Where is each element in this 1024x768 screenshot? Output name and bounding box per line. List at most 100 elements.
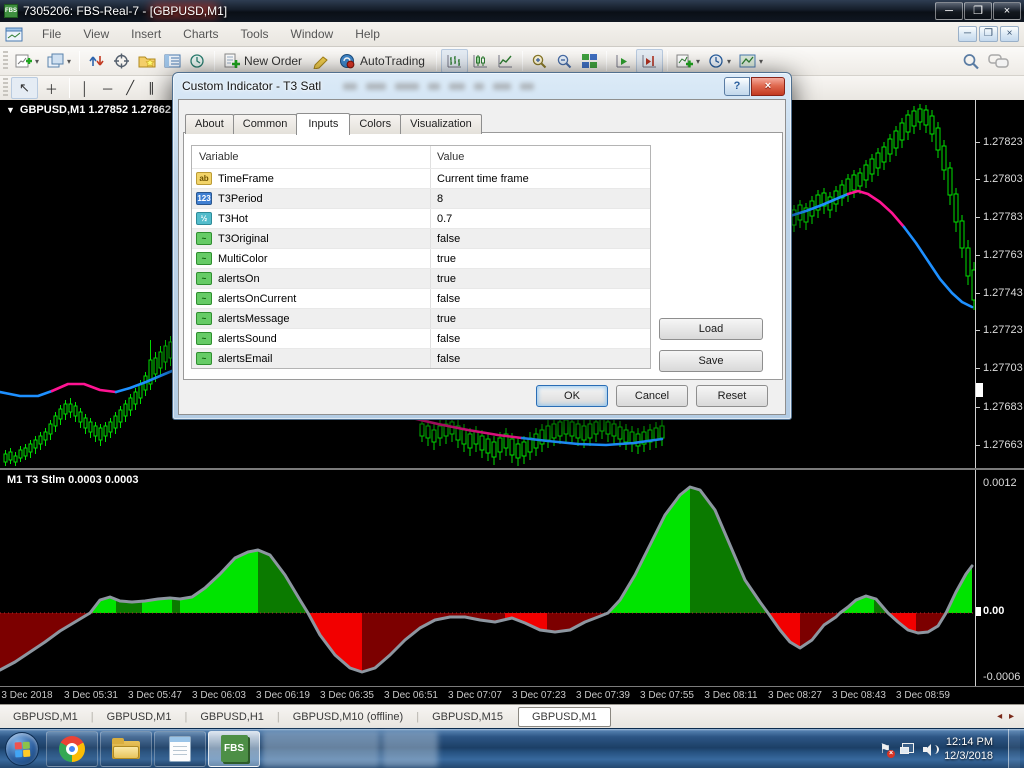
save-button[interactable]: Save (659, 350, 763, 372)
candlestick-chart-button[interactable] (468, 50, 493, 72)
param-value-cell[interactable]: true (430, 269, 650, 288)
crosshair-tool-button[interactable]: ＋ (38, 77, 65, 100)
new-order-button[interactable]: New Order (219, 50, 309, 72)
dialog-close-button[interactable]: × (751, 76, 785, 96)
toolbar-grip[interactable] (3, 51, 8, 71)
start-button[interactable] (5, 731, 39, 766)
param-row-alertsOn[interactable]: ~ alertsOn true (192, 268, 650, 288)
minimize-button[interactable]: ─ (935, 2, 963, 20)
dialog-titlebar[interactable]: Custom Indicator - T3 Satl ? × (173, 73, 791, 99)
trendline-tool-button[interactable]: ╱ (119, 78, 141, 98)
child-close-button[interactable]: × (1000, 26, 1019, 42)
terminal-button[interactable] (160, 50, 185, 72)
param-row-alertsMessage[interactable]: ~ alertsMessage true (192, 308, 650, 328)
menu-view[interactable]: View (72, 23, 120, 45)
param-value-cell[interactable]: false (430, 349, 650, 368)
data-window-button[interactable] (109, 50, 134, 72)
menu-charts[interactable]: Charts (172, 23, 229, 45)
horizontal-line-tool-button[interactable]: ─ (96, 79, 119, 98)
chart-shift-button[interactable] (635, 49, 663, 73)
param-row-T3Original[interactable]: ~ T3Original false (192, 228, 650, 248)
menu-tools[interactable]: Tools (230, 23, 280, 45)
menu-help[interactable]: Help (344, 23, 391, 45)
param-value-cell[interactable]: Current time frame (430, 169, 650, 188)
menu-insert[interactable]: Insert (120, 23, 172, 45)
menu-file[interactable]: File (31, 23, 72, 45)
child-restore-button[interactable]: ❐ (979, 26, 998, 42)
blurred-taskbar-item[interactable] (262, 730, 380, 767)
speaker-icon[interactable] (923, 743, 940, 756)
param-row-TimeFrame[interactable]: ab TimeFrame Current time frame (192, 168, 650, 188)
tab-scroll-arrows[interactable]: ◂ ▸ (997, 711, 1024, 722)
param-row-MultiColor[interactable]: ~ MultiColor true (192, 248, 650, 268)
profiles-button[interactable]: ▾ (43, 50, 75, 72)
child-minimize-button[interactable]: ─ (958, 26, 977, 42)
channel-tool-button[interactable]: ∥ (141, 78, 162, 98)
load-button[interactable]: Load (659, 318, 763, 340)
indicator-axis[interactable]: 0.0012 0.00 -0.0006 (976, 470, 1024, 686)
param-value-cell[interactable]: false (430, 329, 650, 348)
market-watch-button[interactable] (84, 50, 109, 72)
templates-button[interactable]: ▾ (735, 50, 767, 72)
line-chart-button[interactable] (493, 50, 518, 72)
chart-tab-5[interactable]: GBPUSD,M1 (517, 706, 611, 727)
navigator-button[interactable] (134, 50, 160, 72)
blurred-taskbar-item[interactable] (382, 730, 438, 767)
param-value-cell[interactable]: 0.7 (430, 209, 650, 228)
dialog-tab-about[interactable]: About (185, 114, 234, 134)
metaeditor-button[interactable] (309, 50, 335, 72)
taskbar-notepad-button[interactable] (154, 730, 206, 767)
chart-tab-0[interactable]: GBPUSD,M1 (0, 707, 91, 727)
chart-tab-2[interactable]: GBPUSD,H1 (187, 707, 277, 727)
community-button[interactable] (984, 50, 1014, 73)
dialog-help-button[interactable]: ? (724, 76, 750, 96)
reset-button[interactable]: Reset (696, 385, 768, 407)
param-row-T3Hot[interactable]: ½ T3Hot 0.7 (192, 208, 650, 228)
timeframes-button[interactable]: ▾ (704, 50, 735, 72)
param-row-alertsEmail[interactable]: ~ alertsEmail false (192, 348, 650, 368)
dialog-tab-common[interactable]: Common (232, 114, 298, 134)
zoom-in-button[interactable] (527, 50, 552, 72)
price-axis[interactable]: 1.27823 1.27803 1.27783 1.27763 1.27743 1.277… (976, 100, 1024, 468)
taskbar-explorer-button[interactable] (100, 730, 152, 767)
tile-windows-button[interactable] (577, 50, 602, 72)
dialog-tab-inputs[interactable]: Inputs (296, 113, 351, 135)
indicators-button[interactable]: ▾ (672, 50, 704, 72)
time-axis[interactable]: 3 Dec 2018 3 Dec 05:31 3 Dec 05:47 3 Dec 06… (0, 686, 1024, 704)
menu-window[interactable]: Window (280, 23, 345, 45)
dialog-tab-colors[interactable]: Colors (349, 114, 402, 134)
toolbar-grip[interactable] (3, 78, 8, 98)
chart-tab-1[interactable]: GBPUSD,M1 (94, 707, 185, 727)
taskbar-fbs-terminal-button[interactable]: FBS (208, 730, 260, 767)
restore-button[interactable]: ❐ (964, 2, 992, 20)
taskbar-clock[interactable]: 12:14 PM 12/3/2018 (944, 735, 999, 763)
chart-tab-4[interactable]: GBPUSD,M15 (419, 707, 516, 727)
taskbar-chrome-button[interactable] (46, 730, 98, 767)
window-titlebar[interactable]: FBS 7305206: FBS-Real-7 - [GBPUSD,M1] ─ … (0, 0, 1024, 22)
network-icon[interactable] (900, 743, 915, 754)
bar-chart-button[interactable] (440, 49, 468, 73)
new-chart-button[interactable]: ▾ (11, 50, 43, 72)
param-value-cell[interactable]: true (430, 309, 650, 328)
vertical-line-tool-button[interactable]: │ (74, 79, 96, 98)
ok-button[interactable]: OK (536, 385, 608, 407)
param-row-T3Period[interactable]: 123 T3Period 8 (192, 188, 650, 208)
cancel-button[interactable]: Cancel (616, 385, 688, 407)
strategy-tester-button[interactable] (185, 50, 210, 72)
search-button[interactable] (958, 50, 984, 73)
cursor-tool-button[interactable]: ↖ (11, 77, 38, 99)
param-value-cell[interactable]: true (430, 249, 650, 268)
param-value-cell[interactable]: false (430, 289, 650, 308)
autotrading-button[interactable]: AutoTrading (335, 50, 432, 72)
param-row-alertsSound[interactable]: ~ alertsSound false (192, 328, 650, 348)
chart-dropdown-arrow[interactable]: ▼ (6, 105, 15, 115)
chart-tab-3[interactable]: GBPUSD,M10 (offline) (280, 707, 416, 727)
show-desktop-button[interactable] (1008, 728, 1020, 768)
action-center-icon[interactable]: ⚑ × (879, 741, 896, 758)
param-value-cell[interactable]: false (430, 229, 650, 248)
param-row-alertsOnCurrent[interactable]: ~ alertsOnCurrent false (192, 288, 650, 308)
param-value-cell[interactable]: 8 (430, 189, 650, 208)
dialog-tab-visualization[interactable]: Visualization (400, 114, 482, 134)
auto-scroll-button[interactable] (611, 50, 636, 72)
close-button[interactable]: × (993, 2, 1021, 20)
